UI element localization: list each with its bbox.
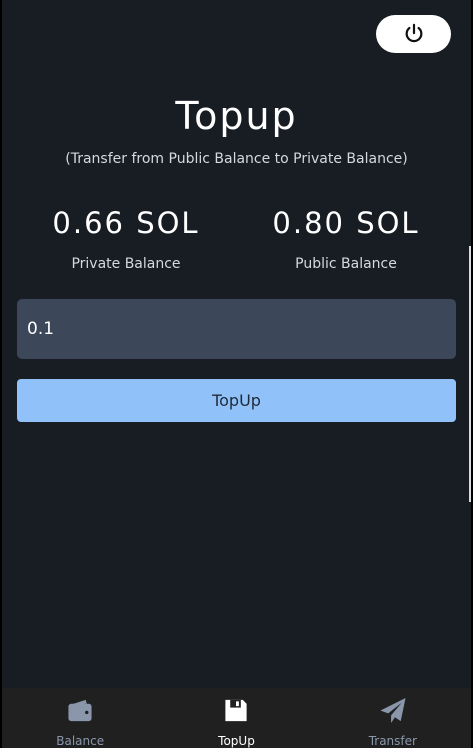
private-balance-label: Private Balance bbox=[71, 256, 181, 272]
public-balance-amount: 0.80 SOL bbox=[272, 206, 420, 240]
nav-label-balance: Balance bbox=[56, 734, 105, 748]
power-button[interactable] bbox=[376, 15, 451, 53]
private-balance: 0.66 SOL Private Balance bbox=[16, 206, 236, 272]
app-screen: Topup (Transfer from Public Balance to P… bbox=[2, 0, 471, 748]
power-icon bbox=[405, 23, 422, 43]
nav-label-transfer: Transfer bbox=[368, 734, 417, 748]
nav-item-topup[interactable]: TopUp bbox=[158, 688, 314, 748]
topup-button[interactable]: TopUp bbox=[17, 379, 456, 422]
scrollbar-thumb[interactable] bbox=[469, 246, 471, 502]
page-title: Topup bbox=[175, 94, 298, 138]
paper-plane-icon bbox=[380, 697, 406, 724]
floppy-disk-icon bbox=[225, 699, 248, 722]
private-balance-amount: 0.66 SOL bbox=[52, 206, 200, 240]
nav-label-topup: TopUp bbox=[218, 734, 255, 748]
amount-input[interactable] bbox=[17, 299, 456, 359]
public-balance-label: Public Balance bbox=[295, 256, 397, 272]
nav-item-transfer[interactable]: Transfer bbox=[315, 688, 471, 748]
wallet-icon bbox=[68, 699, 92, 722]
nav-item-balance[interactable]: Balance bbox=[2, 688, 158, 748]
bottom-nav: Balance TopUp Transfer bbox=[2, 688, 471, 748]
public-balance: 0.80 SOL Public Balance bbox=[236, 206, 456, 272]
page-subtitle: (Transfer from Public Balance to Private… bbox=[65, 151, 408, 167]
